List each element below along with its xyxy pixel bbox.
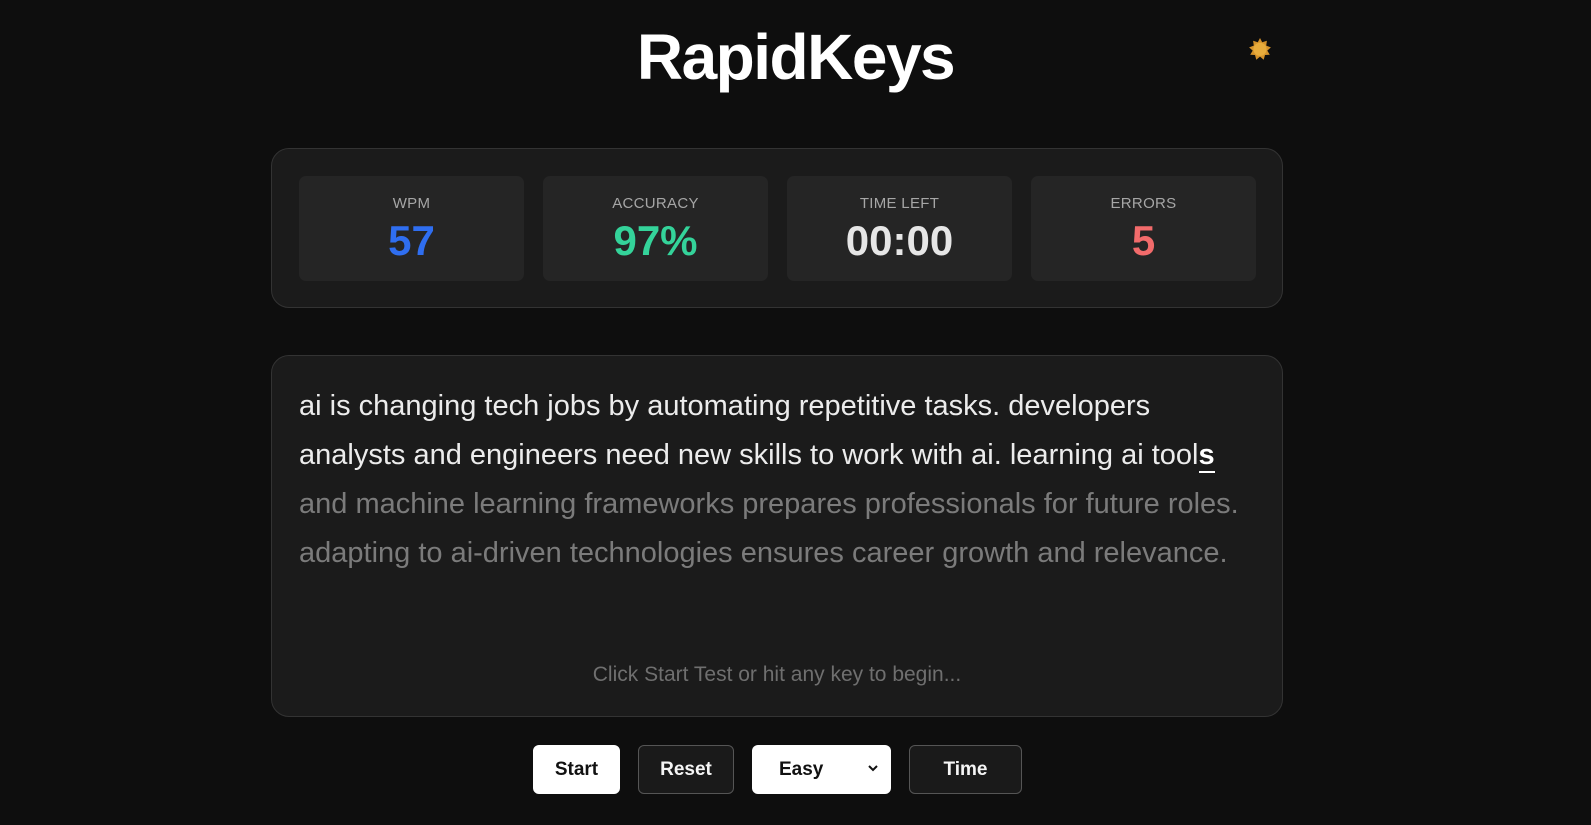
stat-value: 97% [613, 217, 698, 264]
stat-label: WPM [392, 195, 431, 212]
stat-time-left: TIME LEFT 00:00 [787, 176, 1012, 281]
stat-value: 57 [388, 217, 435, 264]
reset-button[interactable]: Reset [638, 745, 734, 794]
difficulty-selected: Easy [779, 758, 824, 780]
stat-wpm: WPM 57 [299, 176, 524, 281]
start-button[interactable]: Start [533, 745, 620, 794]
app-title: RapidKeys [636, 21, 956, 93]
start-hint: Click Start Test or hit any key to begin… [592, 663, 962, 686]
typing-area[interactable]: ai is changing tech jobs by automating r… [271, 355, 1283, 717]
stats-panel: WPM 57 ACCURACY 97% TIME LEFT 00:00 ERRO… [271, 148, 1283, 308]
stat-value: 5 [1131, 217, 1156, 264]
stat-errors: ERRORS 5 [1031, 176, 1256, 281]
stat-value: 00:00 [845, 217, 954, 264]
stat-label: ACCURACY [612, 195, 699, 212]
sun-icon[interactable] [1248, 37, 1272, 61]
stat-accuracy: ACCURACY 97% [543, 176, 768, 281]
time-mode-button[interactable]: Time [909, 745, 1022, 794]
remaining-text: and machine learning frameworks prepares… [299, 488, 1239, 569]
typed-text: ai is changing tech jobs by automating r… [299, 390, 1199, 471]
stat-label: ERRORS [1110, 195, 1177, 212]
stat-label: TIME LEFT [859, 195, 940, 212]
chevron-down-icon [868, 765, 878, 772]
passage-text: ai is changing tech jobs by automating r… [299, 382, 1264, 578]
current-character: s [1198, 439, 1215, 473]
difficulty-select[interactable]: Easy [752, 745, 891, 794]
